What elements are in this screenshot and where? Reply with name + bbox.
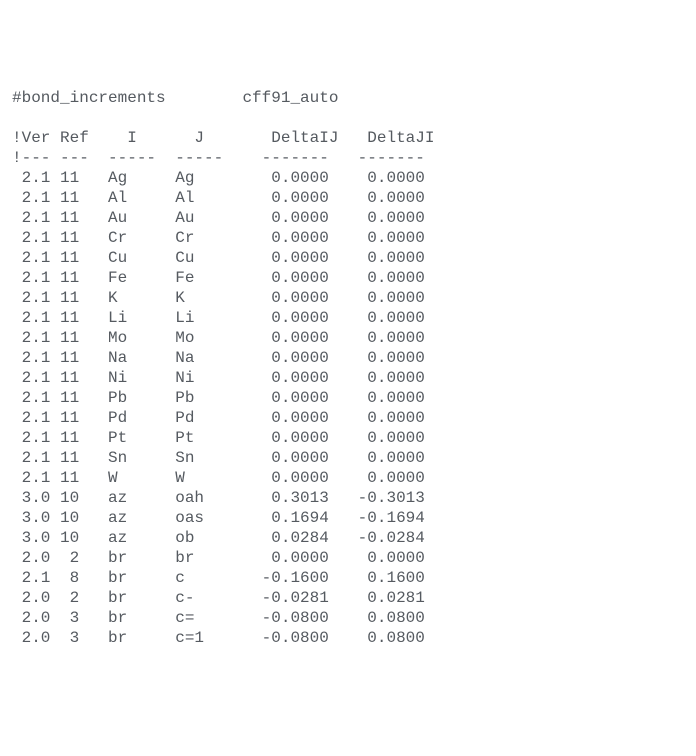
table-row: 2.1 11 Li Li 0.0000 0.0000 <box>12 308 684 328</box>
table-row: 2.1 11 Cu Cu 0.0000 0.0000 <box>12 248 684 268</box>
table-row: 2.0 2 br br 0.0000 0.0000 <box>12 548 684 568</box>
table-row: 2.0 3 br c= -0.0800 0.0800 <box>12 608 684 628</box>
table-row: 2.1 11 Na Na 0.0000 0.0000 <box>12 348 684 368</box>
table-row: 2.1 11 Pt Pt 0.0000 0.0000 <box>12 428 684 448</box>
blank-line <box>12 108 684 128</box>
table-row: 2.1 11 Sn Sn 0.0000 0.0000 <box>12 448 684 468</box>
table-row: 2.1 11 Ag Ag 0.0000 0.0000 <box>12 168 684 188</box>
table-row: 2.0 3 br c=1 -0.0800 0.0800 <box>12 628 684 648</box>
separator-line: !--- --- ----- ----- ------- ------- <box>12 148 684 168</box>
table-row: 2.1 11 Au Au 0.0000 0.0000 <box>12 208 684 228</box>
table-row: 3.0 10 az ob 0.0284 -0.0284 <box>12 528 684 548</box>
table-row: 2.1 11 K K 0.0000 0.0000 <box>12 288 684 308</box>
table-row: 2.1 11 Pd Pd 0.0000 0.0000 <box>12 408 684 428</box>
table-row: 2.1 11 Mo Mo 0.0000 0.0000 <box>12 328 684 348</box>
column-header: !Ver Ref I J DeltaIJ DeltaJI <box>12 128 684 148</box>
table-row: 3.0 10 az oas 0.1694 -0.1694 <box>12 508 684 528</box>
table-row: 2.1 11 Fe Fe 0.0000 0.0000 <box>12 268 684 288</box>
table-row: 2.1 11 Cr Cr 0.0000 0.0000 <box>12 228 684 248</box>
text-block: #bond_increments cff91_auto !Ver Ref I J… <box>12 88 684 648</box>
table-row: 2.0 2 br c- -0.0281 0.0281 <box>12 588 684 608</box>
header-line: #bond_increments cff91_auto <box>12 88 684 108</box>
table-row: 2.1 11 Al Al 0.0000 0.0000 <box>12 188 684 208</box>
table-row: 2.1 11 Ni Ni 0.0000 0.0000 <box>12 368 684 388</box>
table-row: 2.1 11 W W 0.0000 0.0000 <box>12 468 684 488</box>
table-row: 3.0 10 az oah 0.3013 -0.3013 <box>12 488 684 508</box>
table-row: 2.1 11 Pb Pb 0.0000 0.0000 <box>12 388 684 408</box>
table-row: 2.1 8 br c -0.1600 0.1600 <box>12 568 684 588</box>
